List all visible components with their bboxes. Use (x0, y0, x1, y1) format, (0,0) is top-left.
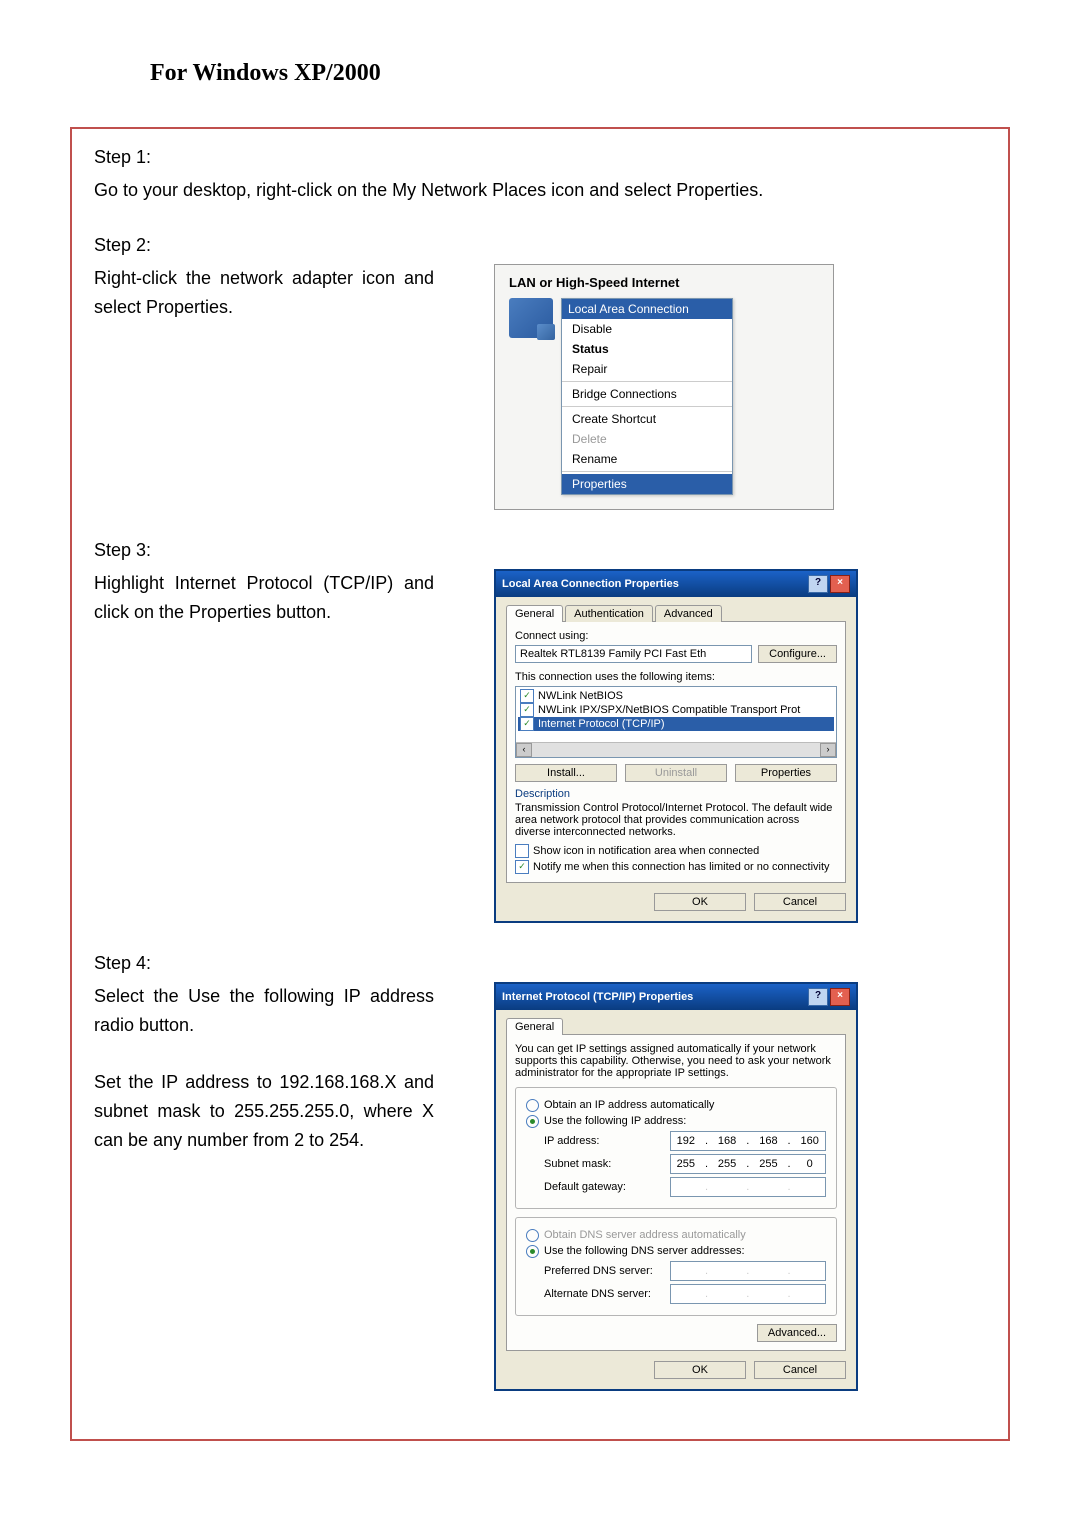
tab-general[interactable]: General (506, 605, 563, 622)
steps-container: Step 1: Go to your desktop, right-click … (70, 127, 1010, 1441)
list-item[interactable]: ✓ NWLink NetBIOS (518, 689, 834, 703)
obtain-dns-label: Obtain DNS server address automatically (544, 1229, 746, 1241)
tab-general[interactable]: General (506, 1018, 563, 1035)
step-2: Step 2: Right-click the network adapter … (94, 235, 986, 510)
step-2-label: Step 2: (94, 235, 986, 256)
configure-button[interactable]: Configure... (758, 645, 837, 663)
cancel-button[interactable]: Cancel (754, 893, 846, 911)
checkbox-icon[interactable]: ✓ (520, 703, 534, 717)
step-3-text: Highlight Internet Protocol (TCP/IP) and… (94, 569, 434, 627)
description-label: Description (515, 788, 837, 800)
install-button[interactable]: Install... (515, 764, 617, 782)
radio-obtain-dns (526, 1229, 539, 1242)
advanced-button[interactable]: Advanced... (757, 1324, 837, 1342)
step-1-text: Go to your desktop, right-click on the M… (94, 176, 986, 205)
context-menu: Local Area Connection Disable Status Rep… (561, 298, 733, 495)
connect-using-label: Connect using: (515, 630, 837, 642)
use-dns-label: Use the following DNS server addresses: (544, 1245, 745, 1257)
tab-authentication[interactable]: Authentication (565, 605, 653, 622)
lan-panel-title: LAN or High-Speed Internet (509, 275, 819, 290)
alternate-dns-input[interactable]: . . . (670, 1284, 826, 1304)
cancel-button[interactable]: Cancel (754, 1361, 846, 1379)
close-icon[interactable]: × (830, 575, 850, 593)
lan-properties-dialog: Local Area Connection Properties ? × Gen… (494, 569, 858, 923)
step-3-label: Step 3: (94, 540, 986, 561)
ctx-delete: Delete (562, 429, 732, 449)
step-2-text: Right-click the network adapter icon and… (94, 264, 434, 322)
protocol-listbox[interactable]: ✓ NWLink NetBIOS ✓ NWLink IPX/SPX/NetBIO… (515, 686, 837, 758)
lan-dialog-title: Local Area Connection Properties (502, 578, 679, 590)
radio-obtain-ip[interactable] (526, 1099, 539, 1112)
ctx-disable[interactable]: Disable (562, 319, 732, 339)
step-4-screenshot: Internet Protocol (TCP/IP) Properties ? … (494, 982, 858, 1391)
tcpip-dialog-title: Internet Protocol (TCP/IP) Properties (502, 991, 693, 1003)
tab-advanced[interactable]: Advanced (655, 605, 722, 622)
close-icon[interactable]: × (830, 988, 850, 1006)
default-gateway-label: Default gateway: (544, 1181, 670, 1193)
separator (562, 471, 732, 472)
adapter-field: Realtek RTL8139 Family PCI Fast Eth (515, 645, 752, 663)
ok-button[interactable]: OK (654, 893, 746, 911)
step-4-label: Step 4: (94, 953, 986, 974)
description-text: Transmission Control Protocol/Internet P… (515, 802, 837, 838)
step-3-screenshot: Local Area Connection Properties ? × Gen… (494, 569, 858, 923)
tcpip-properties-dialog: Internet Protocol (TCP/IP) Properties ? … (494, 982, 858, 1391)
step-2-screenshot: LAN or High-Speed Internet Local Area Co… (494, 264, 834, 510)
checkbox-icon[interactable]: ✓ (515, 844, 529, 858)
ok-button[interactable]: OK (654, 1361, 746, 1379)
help-icon[interactable]: ? (808, 575, 828, 593)
ctx-shortcut[interactable]: Create Shortcut (562, 409, 732, 429)
preferred-dns-label: Preferred DNS server: (544, 1265, 670, 1277)
connection-items-label: This connection uses the following items… (515, 671, 837, 683)
ctx-bridge[interactable]: Bridge Connections (562, 384, 732, 404)
separator (562, 381, 732, 382)
checkbox-icon[interactable]: ✓ (520, 717, 534, 731)
alternate-dns-label: Alternate DNS server: (544, 1288, 670, 1300)
step-4-text-1: Select the Use the following IP address … (94, 982, 434, 1040)
ctx-rename[interactable]: Rename (562, 449, 732, 469)
ctx-repair[interactable]: Repair (562, 359, 732, 379)
step-1: Step 1: Go to your desktop, right-click … (94, 147, 986, 205)
ctx-status[interactable]: Status (562, 339, 732, 359)
default-gateway-input[interactable]: . . . (670, 1177, 826, 1197)
properties-button[interactable]: Properties (735, 764, 837, 782)
obtain-ip-label: Obtain an IP address automatically (544, 1099, 714, 1111)
step-4: Step 4: Select the Use the following IP … (94, 953, 986, 1391)
radio-use-ip[interactable] (526, 1115, 539, 1128)
uninstall-button: Uninstall (625, 764, 727, 782)
scroll-left-icon[interactable]: ‹ (516, 743, 532, 757)
separator (562, 406, 732, 407)
ctx-properties[interactable]: Properties (562, 474, 732, 494)
horizontal-scrollbar[interactable]: ‹ › (516, 742, 836, 757)
step-4-text-2: Set the IP address to 192.168.168.X and … (94, 1068, 434, 1154)
preferred-dns-input[interactable]: . . . (670, 1261, 826, 1281)
show-icon-checkbox-label: Show icon in notification area when conn… (533, 845, 759, 857)
ip-address-label: IP address: (544, 1135, 670, 1147)
subnet-mask-label: Subnet mask: (544, 1158, 670, 1170)
step-3: Step 3: Highlight Internet Protocol (TCP… (94, 540, 986, 923)
use-ip-label: Use the following IP address: (544, 1115, 686, 1127)
step-1-label: Step 1: (94, 147, 986, 168)
list-item-selected[interactable]: ✓ Internet Protocol (TCP/IP) (518, 717, 834, 731)
checkbox-icon[interactable]: ✓ (520, 689, 534, 703)
ip-address-input[interactable]: 192. 168. 168. 160 (670, 1131, 826, 1151)
page-title: For Windows XP/2000 (150, 60, 1010, 87)
context-menu-header: Local Area Connection (562, 299, 732, 319)
checkbox-icon[interactable]: ✓ (515, 860, 529, 874)
scroll-right-icon[interactable]: › (820, 743, 836, 757)
radio-use-dns[interactable] (526, 1245, 539, 1258)
subnet-mask-input[interactable]: 255. 255. 255. 0 (670, 1154, 826, 1174)
list-item[interactable]: ✓ NWLink IPX/SPX/NetBIOS Compatible Tran… (518, 703, 834, 717)
tcpip-intro-text: You can get IP settings assigned automat… (515, 1043, 837, 1079)
step-4-text: Select the Use the following IP address … (94, 982, 434, 1155)
notify-limited-checkbox-label: Notify me when this connection has limit… (533, 861, 830, 873)
help-icon[interactable]: ? (808, 988, 828, 1006)
network-adapter-icon[interactable] (509, 298, 553, 338)
